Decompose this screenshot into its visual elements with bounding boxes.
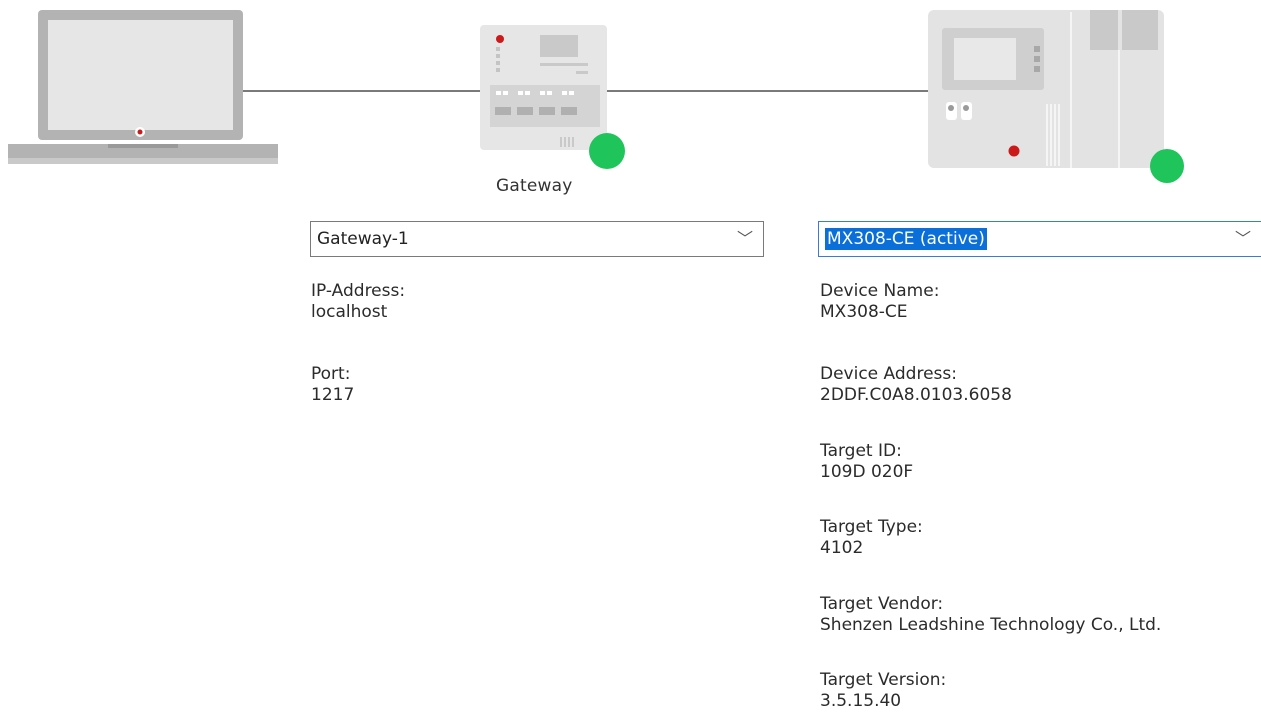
device-name-field: Device Name: MX308-CE <box>820 281 939 323</box>
field-value: 4102 <box>820 538 864 558</box>
field-value: Shenzen Leadshine Technology Co., Ltd. <box>820 615 1162 635</box>
field-value: localhost <box>311 302 388 322</box>
gateway-select-value: Gateway-1 <box>317 229 409 249</box>
plc-controller-icon[interactable] <box>928 10 1168 170</box>
field-label: Target ID: <box>820 441 902 461</box>
field-value: 1217 <box>311 385 355 405</box>
status-online-icon <box>589 133 625 169</box>
target-id-field: Target ID: 109D 020F <box>820 441 913 483</box>
chevron-down-icon[interactable]: ﹀ <box>737 222 753 256</box>
field-label: Target Vendor: <box>820 594 944 614</box>
field-label: Target Version: <box>820 670 947 690</box>
device-address-field: Device Address: 2DDF.C0A8.0103.6058 <box>820 364 1012 406</box>
field-value: 3.5.15.40 <box>820 691 902 711</box>
gateway-port-field: Port: 1217 <box>311 364 354 406</box>
gateway-select[interactable]: Gateway-1 ﹀ <box>310 221 764 257</box>
target-version-field: Target Version: 3.5.15.40 <box>820 670 946 712</box>
chevron-down-icon[interactable]: ﹀ <box>1235 222 1251 256</box>
field-value: MX308-CE <box>820 302 908 322</box>
field-label: Target Type: <box>820 517 923 537</box>
target-type-field: Target Type: 4102 <box>820 517 923 559</box>
field-label: Device Name: <box>820 281 940 301</box>
field-label: Port: <box>311 364 351 384</box>
field-value: 109D 020F <box>820 462 914 482</box>
status-online-icon <box>1150 149 1184 183</box>
gateway-ip-field: IP-Address: localhost <box>311 281 405 323</box>
field-label: IP-Address: <box>311 281 406 301</box>
device-select-value: MX308-CE (active) <box>825 228 987 250</box>
device-select[interactable]: MX308-CE (active) ﹀ <box>818 221 1261 257</box>
gateway-label: Gateway <box>496 176 573 196</box>
field-label: Device Address: <box>820 364 957 384</box>
field-value: 2DDF.C0A8.0103.6058 <box>820 385 1012 405</box>
laptop-icon[interactable] <box>8 10 280 170</box>
target-vendor-field: Target Vendor: Shenzen Leadshine Technol… <box>820 594 1161 636</box>
